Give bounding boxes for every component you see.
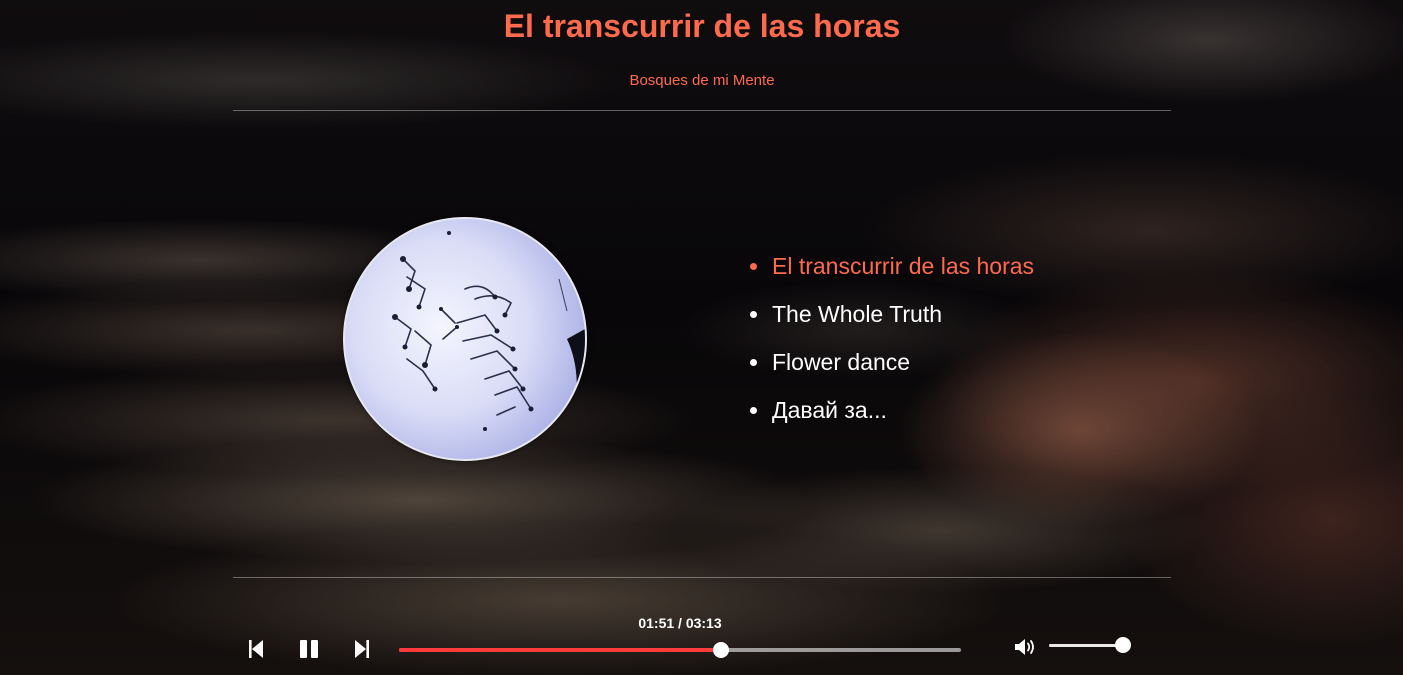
- album-cover: [343, 217, 587, 461]
- skip-next-icon: [355, 640, 369, 658]
- album-title: Bosques de mi Mente: [629, 72, 775, 89]
- album-cover-art-icon: [392, 231, 585, 431]
- playlist-item[interactable]: Flower dance: [750, 346, 1034, 394]
- volume-button[interactable]: [1013, 636, 1037, 658]
- pause-icon: [300, 640, 318, 658]
- controls-divider: [233, 577, 1171, 578]
- volume-slider[interactable]: [1049, 637, 1131, 653]
- skip-previous-icon: [249, 640, 263, 658]
- pause-button[interactable]: [296, 636, 322, 662]
- volume-icon: [1015, 639, 1034, 655]
- volume-fill: [1049, 644, 1123, 647]
- song-header: El transcurrir de las horas Bosques de m…: [233, 0, 1171, 111]
- time-display: 01:51 / 03:13: [638, 615, 722, 631]
- previous-button[interactable]: [243, 636, 269, 662]
- playlist-item[interactable]: Давай за...: [750, 394, 1034, 442]
- song-title: El transcurrir de las horas: [503, 8, 901, 44]
- playlist-item[interactable]: El transcurrir de las horas: [750, 250, 1034, 298]
- next-button[interactable]: [349, 636, 375, 662]
- volume-thumb[interactable]: [1115, 637, 1131, 653]
- progress-bar[interactable]: [399, 642, 961, 658]
- playlist: El transcurrir de las horas The Whole Tr…: [750, 250, 1034, 442]
- playlist-item[interactable]: The Whole Truth: [750, 298, 1034, 346]
- progress-fill: [399, 648, 722, 652]
